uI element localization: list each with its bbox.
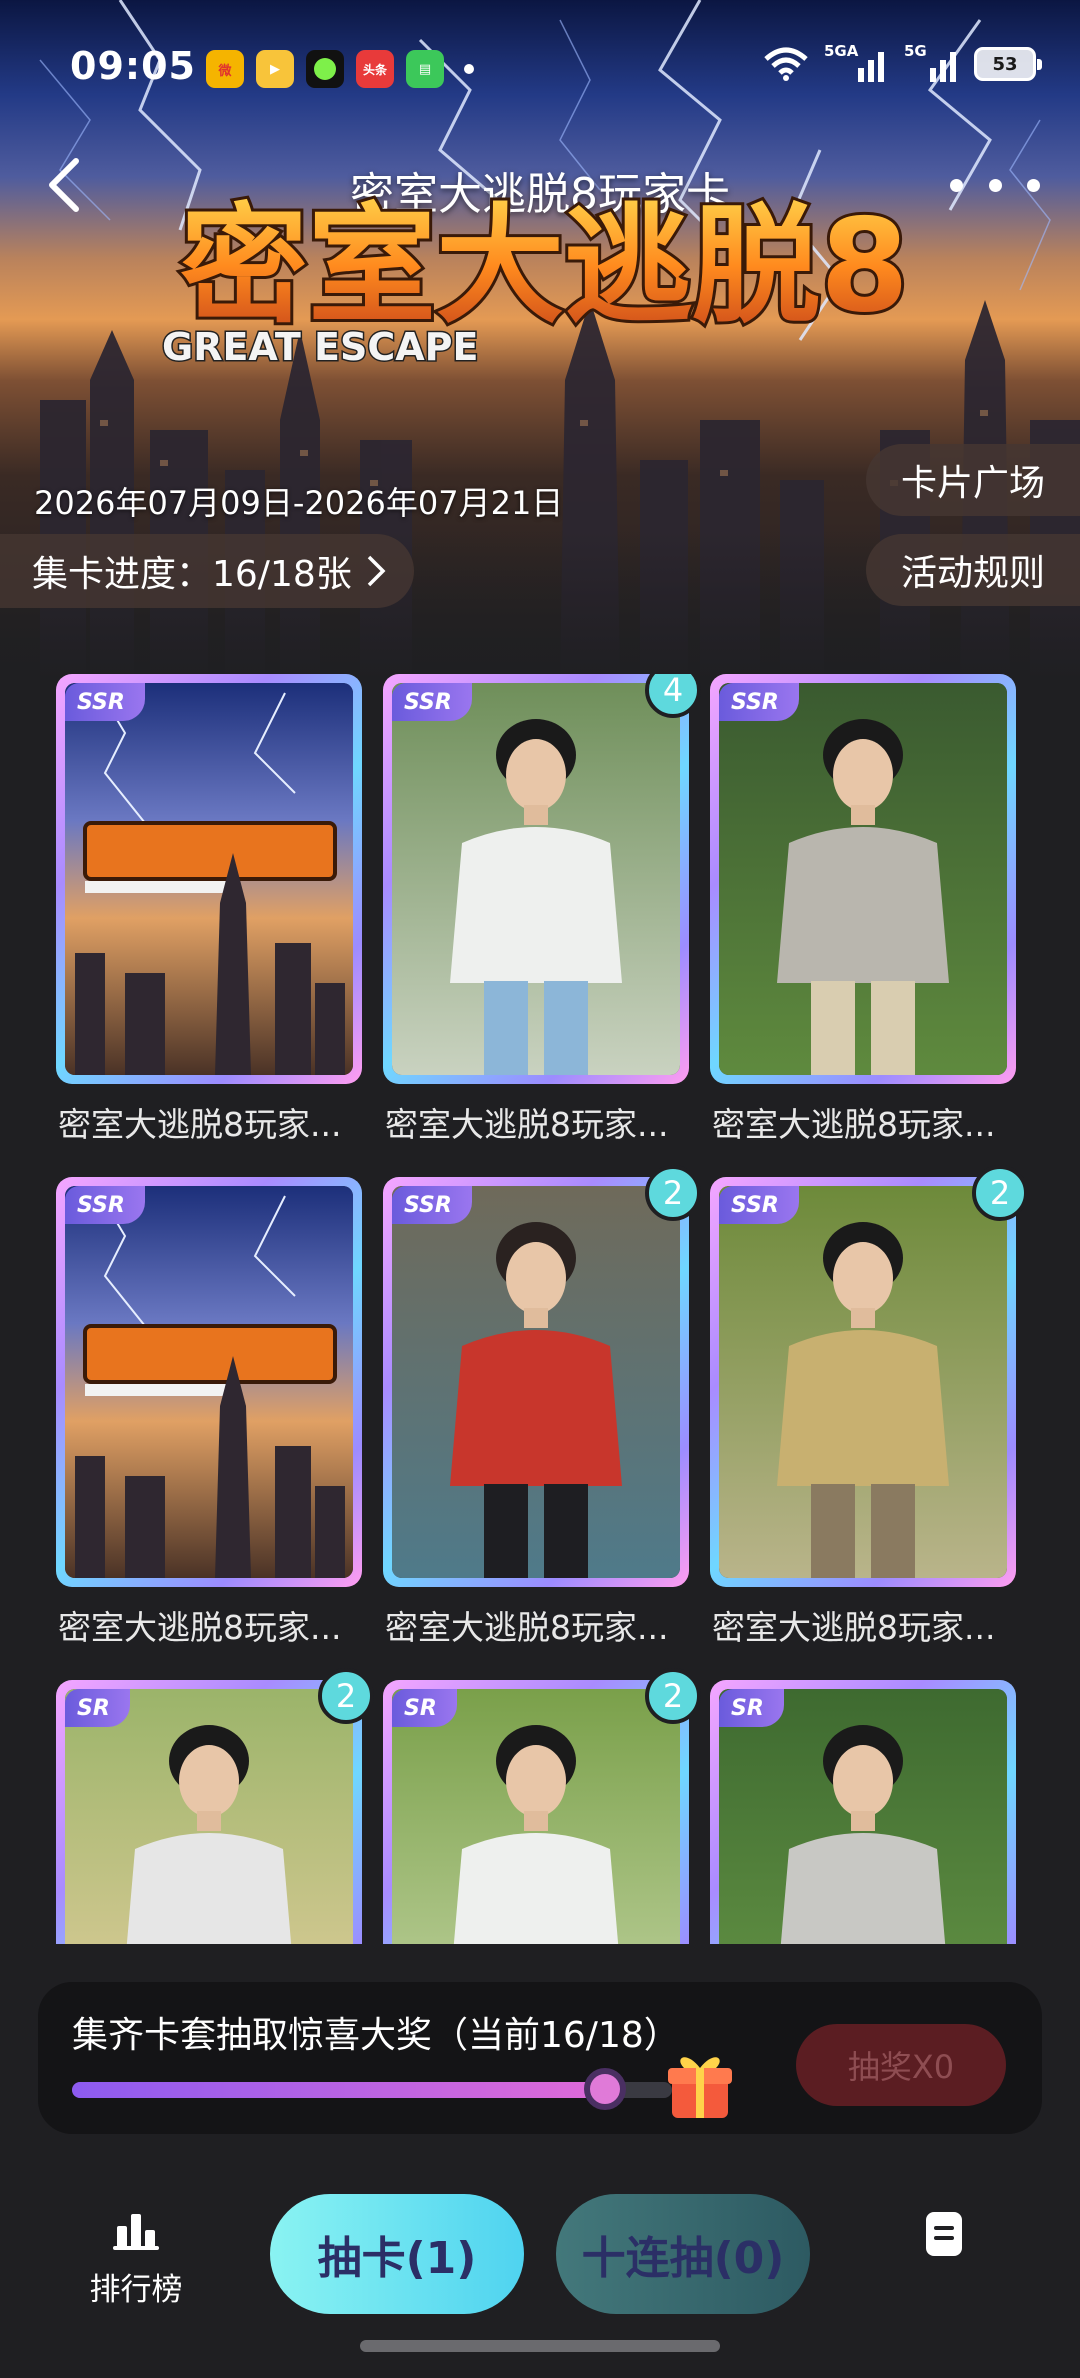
rarity-tag: SSR bbox=[719, 1186, 799, 1224]
signal-5ga-icon: 5GA bbox=[824, 42, 888, 82]
activity-date-range: 2026年07月09日-2026年07月21日 bbox=[34, 484, 564, 522]
document-icon[interactable] bbox=[922, 2210, 966, 2260]
logo-subtitle: GREAT ESCAPE bbox=[162, 325, 478, 369]
ten-draw-button[interactable]: 十连抽(0) bbox=[556, 2194, 810, 2314]
card-name: 密室大逃脱8玩家... bbox=[385, 1608, 669, 1647]
player-card[interactable]: SSR 密室大逃脱8玩家... bbox=[56, 674, 362, 1154]
card-count-badge: 2 bbox=[645, 1165, 701, 1221]
more-notifications-dot bbox=[464, 64, 474, 74]
reward-progress-bar bbox=[72, 2068, 672, 2110]
card-image: SSR bbox=[65, 683, 353, 1075]
leaderboard-icon bbox=[113, 2214, 159, 2250]
card-count-badge: 2 bbox=[645, 1668, 701, 1724]
rarity-tag: SR bbox=[392, 1689, 457, 1727]
signal-5ga-label: 5GA bbox=[824, 42, 859, 60]
reward-progress-thumb bbox=[584, 2068, 627, 2110]
card-frame: SR bbox=[710, 1680, 1016, 1944]
card-image: SR bbox=[65, 1689, 353, 1944]
prize-draw-button[interactable]: 抽奖X0 bbox=[796, 2024, 1006, 2106]
rarity-tag: SSR bbox=[65, 1186, 145, 1224]
status-bar: 09:05 微 ▶ 头条 ▤ 5GA 5G 53 bbox=[0, 0, 1080, 120]
card-name: 密室大逃脱8玩家... bbox=[58, 1105, 342, 1144]
card-frame: SSR bbox=[56, 1177, 362, 1587]
card-frame: SSR 2 bbox=[383, 1165, 701, 1587]
status-time: 09:05 bbox=[70, 44, 196, 88]
gift-icon bbox=[668, 2057, 732, 2118]
rarity-tag: SSR bbox=[392, 683, 472, 721]
card-name: 密室大逃脱8玩家... bbox=[712, 1608, 996, 1647]
card-frame: SSR 4 bbox=[383, 674, 701, 1084]
card-image: SSR bbox=[719, 1186, 1007, 1578]
more-dot-icon bbox=[1027, 178, 1040, 192]
card-image: SSR bbox=[392, 683, 680, 1075]
rarity-tag: SSR bbox=[392, 1186, 472, 1224]
notification-icons: 微 ▶ 头条 ▤ bbox=[206, 50, 474, 88]
player-card[interactable]: SR 2 bbox=[383, 1668, 701, 1944]
player-card[interactable]: SSR 密室大逃脱8玩家... bbox=[710, 674, 1016, 1154]
rarity-tag: SSR bbox=[719, 683, 799, 721]
card-plaza-button[interactable]: 卡片广场 bbox=[866, 444, 1080, 516]
card-frame: SR 2 bbox=[56, 1668, 374, 1944]
rarity-tag: SR bbox=[719, 1689, 784, 1727]
reward-progress-fill bbox=[72, 2082, 606, 2098]
card-grid: SSR 密室大逃脱8玩家... SSR 4 密室大逃脱8玩家... SSR 密室大… bbox=[56, 674, 1024, 1944]
player-card[interactable]: SSR 2 密室大逃脱8玩家... bbox=[710, 1165, 1024, 1657]
player-card[interactable]: SR bbox=[710, 1680, 1016, 1944]
more-dot-icon bbox=[988, 178, 1002, 192]
show-logo: 密室大逃脱8 GREAT ESCAPE bbox=[161, 189, 913, 371]
status-right: 5GA 5G 53 bbox=[764, 42, 1042, 82]
card-image: SSR bbox=[719, 683, 1007, 1075]
draw-card-button[interactable]: 抽卡(1) bbox=[270, 2194, 524, 2314]
wifi-icon bbox=[764, 47, 808, 81]
card-count-badge: 2 bbox=[318, 1668, 374, 1724]
weibo-icon: 微 bbox=[206, 50, 244, 88]
logo-title: 密室大逃脱8 bbox=[180, 192, 909, 341]
video-app-icon: ▶ bbox=[256, 50, 294, 88]
circle-app-icon bbox=[306, 50, 344, 88]
card-image: SR bbox=[392, 1689, 680, 1944]
rarity-tag: SSR bbox=[65, 683, 145, 721]
leaderboard-tab[interactable]: 排行榜 bbox=[84, 2210, 188, 2309]
card-image: SR bbox=[719, 1689, 1007, 1944]
player-card[interactable]: SSR 4 密室大逃脱8玩家... bbox=[383, 674, 701, 1154]
more-button[interactable] bbox=[950, 160, 1040, 210]
collection-progress-link[interactable]: 集卡进度：16/18张 bbox=[0, 534, 414, 608]
more-dot-icon bbox=[950, 178, 963, 192]
activity-rules-button[interactable]: 活动规则 bbox=[866, 534, 1080, 606]
player-card[interactable]: SSR 密室大逃脱8玩家... bbox=[56, 1177, 362, 1657]
signal-5g-icon: 5G bbox=[904, 42, 958, 82]
chevron-right-icon bbox=[367, 555, 386, 587]
card-name: 密室大逃脱8玩家... bbox=[58, 1608, 342, 1647]
message-app-icon: ▤ bbox=[406, 50, 444, 88]
home-indicator[interactable] bbox=[360, 2340, 720, 2352]
card-count-badge: 2 bbox=[972, 1165, 1024, 1221]
battery-indicator: 53 bbox=[974, 47, 1042, 81]
card-name: 密室大逃脱8玩家... bbox=[385, 1105, 669, 1144]
card-frame: SSR bbox=[56, 674, 362, 1084]
card-name: 密室大逃脱8玩家... bbox=[712, 1105, 996, 1144]
card-frame: SR 2 bbox=[383, 1668, 701, 1944]
leaderboard-label: 排行榜 bbox=[89, 2272, 183, 2308]
collection-progress-label: 集卡进度：16/18张 bbox=[32, 554, 352, 595]
player-card[interactable]: SR 2 bbox=[56, 1668, 374, 1944]
player-card[interactable]: SSR 2 密室大逃脱8玩家... bbox=[383, 1165, 701, 1657]
card-frame: SSR bbox=[710, 674, 1016, 1084]
toutiao-icon: 头条 bbox=[356, 50, 394, 88]
card-image: SSR bbox=[392, 1186, 680, 1578]
card-image: SSR bbox=[65, 1186, 353, 1578]
app-root: 09:05 微 ▶ 头条 ▤ 5GA 5G 53 密室大逃脱8玩家卡 密室大逃脱… bbox=[0, 0, 1080, 2378]
reward-panel: 集齐卡套抽取惊喜大奖（当前16/18） 抽奖X0 bbox=[38, 1982, 1042, 2134]
card-frame: SSR 2 bbox=[710, 1165, 1024, 1587]
reward-title: 集齐卡套抽取惊喜大奖（当前16/18） bbox=[72, 2015, 680, 2056]
signal-5g-label: 5G bbox=[904, 42, 927, 60]
rarity-tag: SR bbox=[65, 1689, 130, 1727]
